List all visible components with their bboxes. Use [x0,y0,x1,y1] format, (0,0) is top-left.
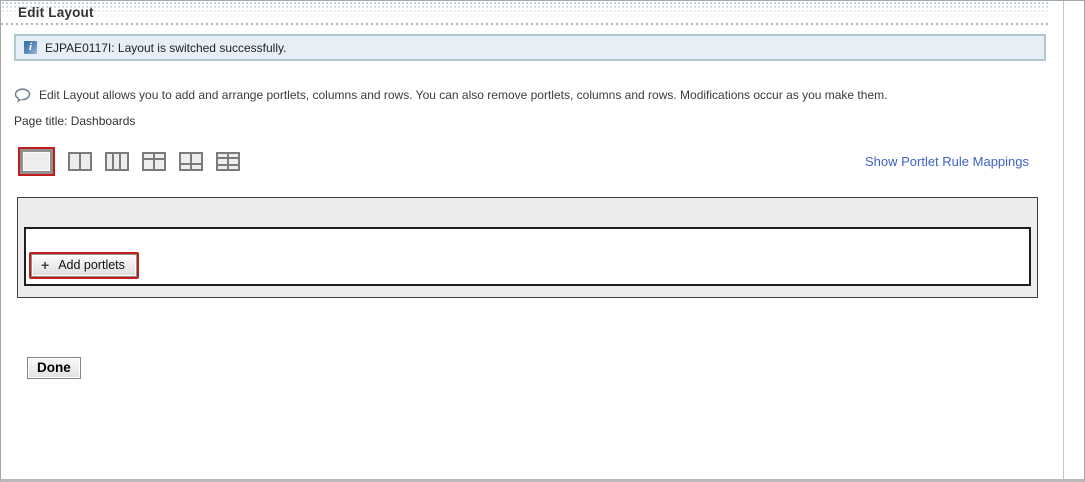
show-portlet-rule-mappings-link[interactable]: Show Portlet Rule Mappings [865,154,1029,169]
info-icon: i [24,41,37,54]
plus-icon: + [41,257,50,273]
info-message-bar: i EJPAE0117I: Layout is switched success… [14,34,1046,61]
selected-layout-annotation [18,147,55,176]
help-row: Edit Layout allows you to add and arrang… [14,87,1034,109]
layout-option-one-column-icon[interactable] [20,149,53,174]
help-text: Edit Layout allows you to add and arrang… [39,88,888,102]
right-edge-divider [1063,1,1064,479]
layout-option-header-two-columns-footer-icon[interactable] [216,152,240,171]
layout-option-header-two-columns-icon[interactable] [142,152,166,171]
page-info-value: Dashboards [70,114,136,128]
layout-container: + Add portlets [17,197,1038,298]
add-portlets-label: Add portlets [58,258,125,272]
info-message-text: EJPAE0117I: Layout is switched successfu… [45,40,287,55]
layout-option-two-columns-footer-icon[interactable] [179,152,203,171]
page-info-label: Page title: [14,114,68,128]
layout-row-drop-zone[interactable]: + Add portlets [24,227,1031,286]
speech-bubble-icon [14,88,32,109]
header-divider [1,23,1048,25]
layout-option-two-columns-icon[interactable] [68,152,92,171]
add-portlets-annotation: + Add portlets [29,252,139,279]
page-info-row: Page title: Dashboards [14,114,135,128]
page-header-band [1,1,1048,23]
add-portlets-button[interactable]: + Add portlets [31,254,137,277]
page-title: Edit Layout [18,5,94,20]
done-button[interactable]: Done [27,357,81,379]
edit-layout-page: Edit Layout i EJPAE0117I: Layout is swit… [0,0,1085,482]
layout-option-three-columns-icon[interactable] [105,152,129,171]
layout-template-selector [18,145,240,178]
